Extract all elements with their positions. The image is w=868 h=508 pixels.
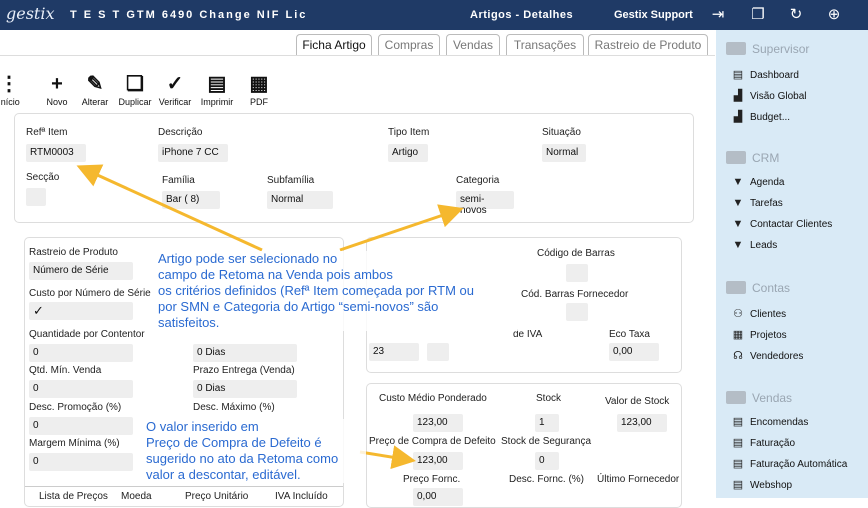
section-title: CRM (752, 151, 780, 165)
annotation-line: campo de Retoma na Venda pois ambos (158, 267, 393, 282)
sidebar-item-vendedores[interactable]: ☊ Vendedores (730, 349, 803, 362)
sidebar-item-label: Faturação Automática (750, 459, 848, 470)
arrow-to-categoria (339, 204, 464, 252)
annotation-preco-compra: O valor inserido em Preço de Compra de D… (146, 419, 366, 483)
filter-icon: ▼ (732, 197, 744, 209)
sidebar-item-label: Tarefas (750, 198, 783, 209)
sidebar-item-clientes[interactable]: ⚇ Clientes (730, 307, 786, 320)
bar-chart-icon: ▟ (733, 90, 743, 102)
sidebar-item-label: Vendedores (750, 351, 804, 362)
sidebar-section-crm[interactable]: CRM (726, 151, 779, 165)
sidebar-item-webshop[interactable]: ▤ Webshop (730, 478, 792, 491)
annotation-line: os critérios definidos (Refª Item começa… (158, 283, 474, 298)
sidebar-section-contas[interactable]: Contas (726, 281, 790, 295)
sidebar-item-faturacao[interactable]: ▤ Faturação (730, 436, 795, 449)
chart-icon: ▤ (732, 69, 744, 81)
sidebar-item-leads[interactable]: ▼ Leads (730, 239, 778, 251)
annotation-line: Artigo pode ser selecionado no (158, 251, 338, 266)
document-icon: ▤ (732, 479, 744, 491)
refresh-icon[interactable]: ↻ (786, 5, 806, 25)
sidebar-item-projetos[interactable]: ▦ Projetos (730, 328, 787, 341)
sidebar-item-label: Visão Global (750, 91, 807, 102)
annotation-line: O valor inserido em (146, 419, 259, 434)
sidebar-item-label: Projetos (750, 330, 787, 341)
sidebar-section-vendas[interactable]: Vendas (726, 391, 792, 405)
headset-icon: ☊ (733, 350, 743, 362)
annotation-line: por SMN e Categoria do Artigo “semi-novo… (158, 299, 439, 314)
sidebar-item-label: Contactar Clientes (750, 219, 833, 230)
sidebar-item-contactar-clientes[interactable]: ▼ Contactar Clientes (730, 218, 833, 230)
sidebar-item-faturacao-automatica[interactable]: ▤ Faturação Automática (730, 457, 847, 470)
sidebar-item-dashboard[interactable]: ▤ Dashboard (730, 68, 799, 81)
sidebar-item-label: Faturação (750, 438, 796, 449)
folder-icon (726, 391, 746, 404)
document-icon: ▤ (732, 437, 744, 449)
filter-icon: ▼ (732, 239, 744, 251)
section-title: Supervisor (752, 42, 810, 56)
annotation-line: Preço de Compra de Defeito é (146, 435, 322, 450)
folder-icon (726, 151, 746, 164)
sidebar-item-agenda[interactable]: ▼ Agenda (730, 176, 785, 188)
arrow-to-ref-item (76, 164, 263, 252)
sidebar-item-label: Encomendas (750, 417, 809, 428)
section-title: Vendas (752, 391, 793, 405)
sidebar-item-label: Dashboard (750, 70, 799, 81)
filter-icon: ▼ (732, 176, 744, 188)
lifebuoy-icon[interactable]: ⊕ (824, 5, 844, 25)
folder-icon (726, 42, 746, 55)
sidebar-item-label: Agenda (750, 177, 785, 188)
sidebar-item-visao-global[interactable]: ▟ Visão Global (730, 89, 807, 102)
sidebar-item-encomendas[interactable]: ▤ Encomendas (730, 415, 809, 428)
section-title: Contas (752, 281, 791, 295)
annotation-line: sugerido no ato da Retoma como (146, 451, 339, 466)
sidebar-item-label: Clientes (750, 309, 787, 320)
document-icon: ▤ (732, 458, 744, 470)
grid-icon: ▦ (732, 329, 744, 341)
annotation-line: valor a descontar, editável. (146, 467, 301, 482)
filter-icon: ▼ (732, 218, 744, 230)
sidebar-item-tarefas[interactable]: ▼ Tarefas (730, 197, 783, 209)
document-icon: ▤ (732, 416, 744, 428)
sidebar-item-label: Budget... (750, 112, 791, 123)
annotation-retoma: Artigo pode ser selecionado no campo de … (158, 251, 518, 331)
bar-chart-icon: ▟ (733, 111, 743, 123)
sidebar-section-supervisor[interactable]: Supervisor (726, 42, 809, 56)
sidebar: Supervisor ▤ Dashboard ▟ Visão Global ▟ Bud… (716, 30, 868, 498)
arrow-to-preco-compra (359, 445, 416, 470)
sidebar-item-label: Webshop (750, 480, 793, 491)
sidebar-item-budget[interactable]: ▟ Budget... (730, 110, 790, 123)
annotation-line: satisfeitos. (158, 315, 220, 330)
users-icon: ⚇ (733, 308, 743, 320)
sidebar-item-label: Leads (750, 240, 778, 251)
folder-icon (726, 281, 746, 294)
windows-icon[interactable]: ❐ (748, 5, 768, 25)
